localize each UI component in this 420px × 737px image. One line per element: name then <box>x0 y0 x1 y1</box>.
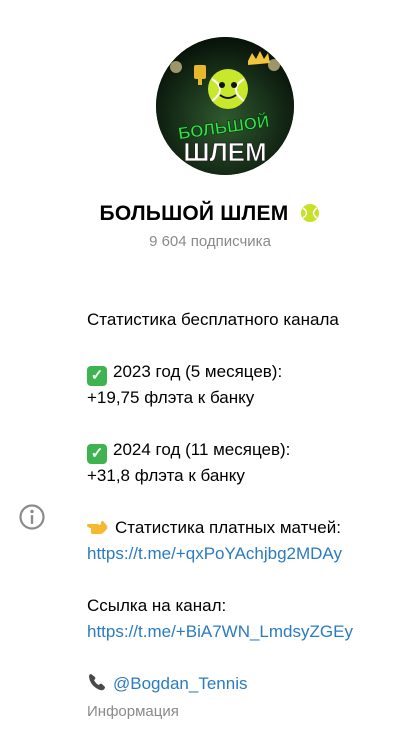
channel-avatar[interactable]: БОЛЬШОЙ ШЛЕМ <box>156 37 294 175</box>
phone-icon <box>87 672 107 700</box>
avatar-image: БОЛЬШОЙ ШЛЕМ <box>156 37 294 175</box>
check-mark-icon: ✓ <box>87 366 107 386</box>
channel-link-label: Ссылка на канал: <box>87 596 227 615</box>
year-2023-line: ✓ 2023 год (5 месяцев): <box>87 359 407 386</box>
year-2024-result: +31,8 флэта к банку <box>87 466 245 485</box>
stats-header: Статистика бесплатного канала <box>87 310 339 329</box>
check-mark-icon: ✓ <box>87 444 107 464</box>
contact-line: @Bogdan_Tennis <box>87 671 407 697</box>
channel-title-text: БОЛЬШОЙ ШЛЕМ <box>99 202 289 225</box>
year-2024-label: 2024 год (11 месяцев): <box>113 440 291 459</box>
channel-description: Статистика бесплатного канала ✓ 2023 год … <box>87 307 407 697</box>
year-2023-result: +19,75 флэта к банку <box>87 388 255 407</box>
paid-stats-link[interactable]: https://t.me/+qxPoYAchjbg2MDAy <box>87 544 342 563</box>
avatar-text-line2: ШЛЕМ <box>183 137 266 167</box>
paid-stats-label: Статистика платных матчей: <box>115 518 341 537</box>
year-2024-line: ✓ 2024 год (11 месяцев): <box>87 437 407 464</box>
info-icon <box>18 503 46 531</box>
subscriber-count: 9 604 подписчика <box>149 233 271 250</box>
channel-title: БОЛЬШОЙ ШЛЕМ <box>0 202 420 229</box>
contact-username-link[interactable]: @Bogdan_Tennis <box>113 674 247 693</box>
year-2023-label: 2023 год (5 месяцев): <box>113 362 283 381</box>
channel-link[interactable]: https://t.me/+BiA7WN_LmdsyZGEy <box>87 622 353 641</box>
tennis-ball-icon <box>300 203 320 229</box>
paid-stats-line: Статистика платных матчей: <box>87 515 407 541</box>
info-label: Информация <box>87 703 179 720</box>
